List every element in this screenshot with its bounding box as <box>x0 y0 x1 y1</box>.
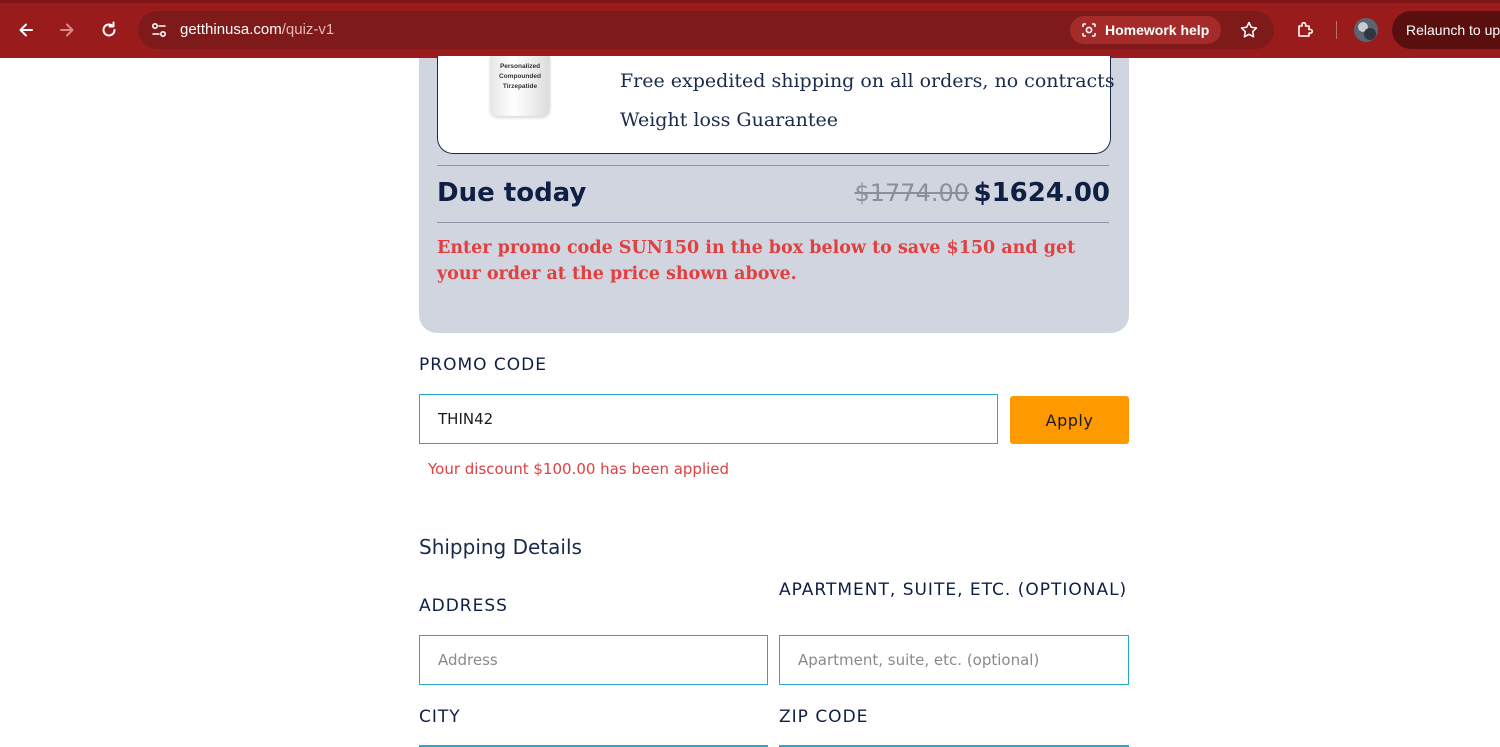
url-host: getthinusa.com <box>180 21 282 38</box>
zip-code-label: ZIP CODE <box>779 707 869 727</box>
reload-button[interactable] <box>96 17 122 43</box>
tune-icon <box>151 22 167 38</box>
toolbar-divider <box>1336 21 1337 39</box>
url-text[interactable]: getthinusa.com/quiz-v1 <box>180 21 334 38</box>
bottle-label-line: Tirzepatide <box>502 83 538 90</box>
apartment-label: APARTMENT, SUITE, ETC. (OPTIONAL) <box>779 580 1128 600</box>
back-button[interactable] <box>13 17 39 43</box>
divider-top <box>437 165 1109 166</box>
divider-bottom <box>437 222 1109 223</box>
original-price: $1774.00 <box>854 179 969 207</box>
puzzle-icon <box>1298 21 1314 37</box>
order-summary-card: Personalized Compounded Tirzepatide Free… <box>419 56 1129 333</box>
promo-code-label: PROMO CODE <box>419 355 547 375</box>
homework-help-label: Homework help <box>1105 22 1210 38</box>
address-label: ADDRESS <box>419 596 508 616</box>
discounted-price: $1624.00 <box>973 178 1110 208</box>
arrow-left-icon <box>19 23 33 37</box>
tab-strip-edge <box>0 0 1500 3</box>
apply-button[interactable]: Apply <box>1010 396 1129 444</box>
promo-code-input[interactable] <box>419 394 998 444</box>
discount-applied-message: Your discount $100.00 has been applied <box>428 460 730 478</box>
bottle-label-line: Compounded <box>499 73 541 80</box>
city-label: CITY <box>419 707 461 727</box>
feature-guarantee: Weight loss Guarantee <box>620 109 838 131</box>
relaunch-button[interactable]: Relaunch to update <box>1392 11 1500 49</box>
due-today-label: Due today <box>437 178 587 208</box>
feature-shipping: Free expedited shipping on all orders, n… <box>620 70 1115 92</box>
url-path: /quiz-v1 <box>281 21 335 38</box>
forward-button[interactable] <box>54 17 80 43</box>
bottle-label-line: Personalized <box>499 63 541 70</box>
avatar-shadow <box>1364 28 1376 40</box>
site-info-button[interactable] <box>146 17 172 43</box>
profile-avatar[interactable] <box>1354 18 1378 42</box>
arrow-right-icon <box>60 23 74 37</box>
shipping-details-title: Shipping Details <box>419 535 582 559</box>
address-bar[interactable]: getthinusa.com/quiz-v1 Homework help <box>138 11 1274 49</box>
product-bottle-image: Personalized Compounded Tirzepatide <box>490 56 550 116</box>
address-input[interactable] <box>419 635 768 685</box>
reload-icon <box>102 21 116 37</box>
star-icon <box>1240 21 1258 38</box>
browser-toolbar: getthinusa.com/quiz-v1 Homework help Rel… <box>0 0 1500 58</box>
product-box: Personalized Compounded Tirzepatide Free… <box>437 56 1115 154</box>
lens-icon <box>1082 23 1096 37</box>
promo-instruction: Enter promo code SUN150 in the box below… <box>437 238 1076 284</box>
extensions-button[interactable] <box>1292 17 1318 43</box>
homework-help-button[interactable]: Homework help <box>1070 16 1222 44</box>
bottle-label: Personalized Compounded Tirzepatide <box>490 62 550 92</box>
bookmark-button[interactable] <box>1236 17 1262 43</box>
apartment-input[interactable] <box>779 635 1129 685</box>
